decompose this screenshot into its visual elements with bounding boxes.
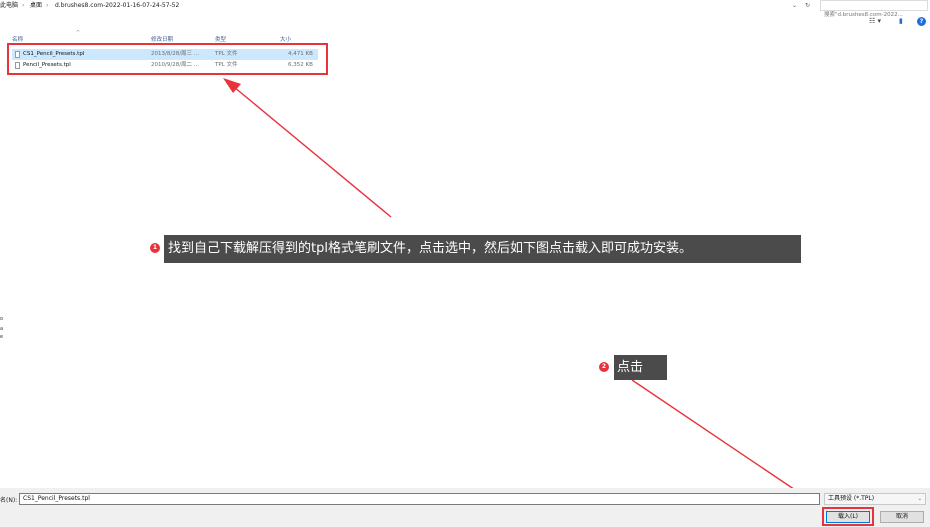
filetype-select[interactable]: 工具预设 (*.TPL) ⌄ <box>824 493 926 505</box>
breadcrumb-separator: › <box>22 2 25 9</box>
help-icon[interactable]: ? <box>917 17 926 26</box>
view-options-icon[interactable]: ☷ ▾ <box>869 17 881 25</box>
search-field[interactable] <box>820 0 930 20</box>
load-button-highlight <box>822 507 874 526</box>
column-header-modified[interactable]: 修改日期 <box>151 35 173 43</box>
step-2-callout: 点击 <box>614 355 667 380</box>
step-2-badge: 2 <box>599 362 609 372</box>
file-list-highlight <box>7 43 328 75</box>
filename-label: 名(N): <box>0 497 18 504</box>
step-1-badge: 1 <box>150 243 160 253</box>
sort-ascending-icon: ^ <box>76 30 81 36</box>
breadcrumb-current-folder[interactable]: d.brushes8.com-2022-01-16-07-24-57-52 <box>55 1 179 10</box>
annotation-arrows <box>223 78 827 511</box>
column-header-type[interactable]: 类型 <box>215 35 226 43</box>
refresh-icon[interactable]: ↻ <box>805 1 810 10</box>
breadcrumb-separator: › <box>46 2 49 9</box>
preview-pane-icon[interactable]: ▮ <box>899 17 903 25</box>
column-header-size[interactable]: 大小 <box>280 35 291 43</box>
cancel-button[interactable]: 取消 <box>880 511 924 523</box>
cropped-nav-mark: a <box>0 326 4 332</box>
cropped-nav-mark: e <box>0 334 4 340</box>
breadcrumb-desktop[interactable]: 桌面 <box>30 1 42 10</box>
cropped-nav-mark: o <box>0 316 4 322</box>
step-1-callout: 找到自己下载解压得到的tpl格式笔刷文件，点击选中，然后如下图点击载入即可成功安… <box>164 235 801 263</box>
breadcrumb-this-pc[interactable]: 此电脑 <box>0 1 18 10</box>
address-dropdown-icon[interactable]: ⌄ <box>792 1 797 10</box>
filetype-value: 工具预设 (*.TPL) <box>828 495 875 502</box>
filename-input[interactable]: CS1_Pencil_Presets.tpl <box>19 493 820 505</box>
chevron-down-icon: ⌄ <box>917 496 922 502</box>
column-header-name[interactable]: 名称 <box>12 35 23 43</box>
address-bar[interactable]: 此电脑 › 桌面 › d.brushes8.com-2022-01-16-07-… <box>0 0 930 20</box>
